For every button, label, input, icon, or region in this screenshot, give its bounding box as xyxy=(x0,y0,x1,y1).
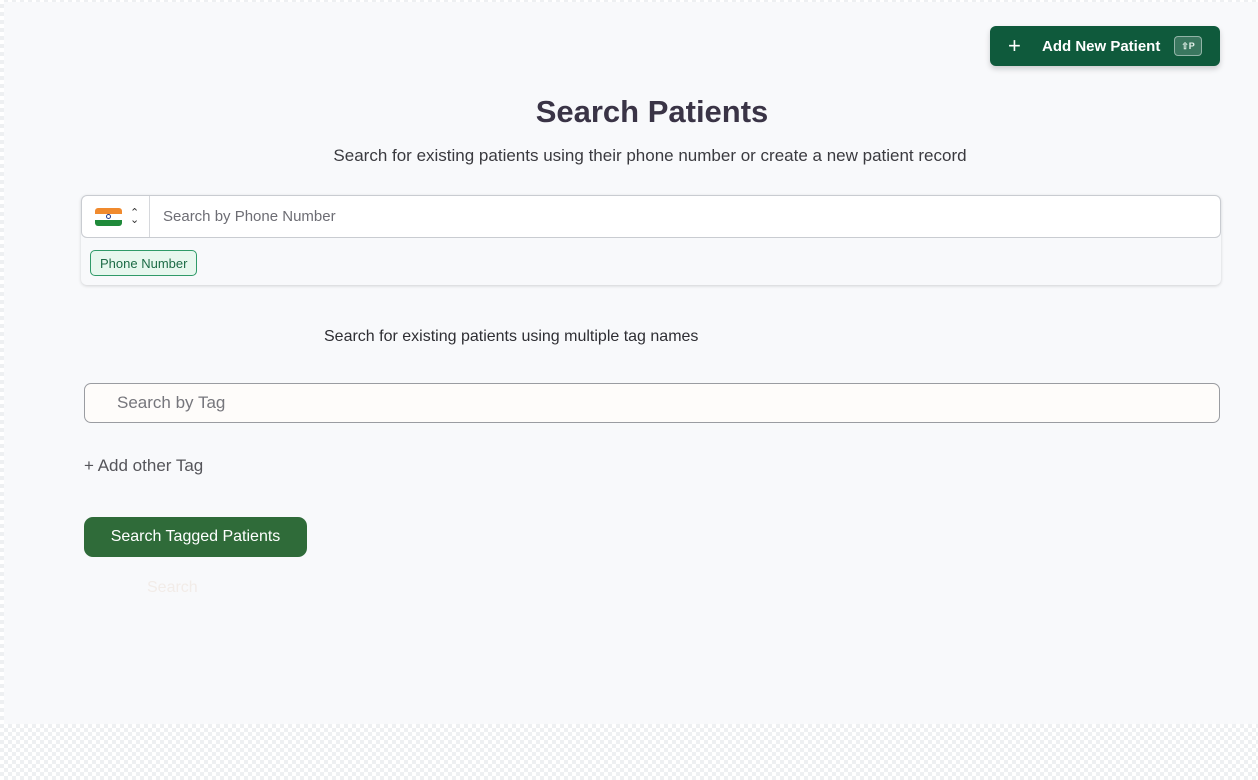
add-new-patient-label: Add New Patient xyxy=(1042,37,1161,55)
plus-icon: + xyxy=(1008,33,1021,58)
tag-search-description: Search for existing patients using multi… xyxy=(324,328,699,345)
page-subtitle: Search for existing patients using their… xyxy=(333,146,967,165)
search-tagged-patients-button[interactable]: Search Tagged Patients xyxy=(84,517,307,557)
page-container: + Add New Patient ⇧P Search Patients Sea… xyxy=(4,2,1258,724)
india-flag-icon xyxy=(95,207,122,226)
phone-search-input[interactable] xyxy=(150,196,1220,237)
add-new-patient-button[interactable]: + Add New Patient ⇧P xyxy=(990,26,1220,66)
add-other-tag-link[interactable]: + Add other Tag xyxy=(84,456,203,476)
phone-search-card: ⌃⌄ Phone Number xyxy=(81,195,1221,285)
phone-search-row: ⌃ ⌄ xyxy=(81,195,1221,238)
chevron-up-down-icon: ⌃ ⌄ xyxy=(130,206,140,226)
shortcut-badge: ⇧P xyxy=(1174,36,1202,56)
tag-search-field xyxy=(84,383,1220,423)
tag-search-input[interactable] xyxy=(85,384,1219,422)
page-title: Search Patients xyxy=(535,94,769,129)
ghost-search-label: Search xyxy=(147,579,198,596)
phone-number-chip[interactable]: Phone Number xyxy=(90,250,198,276)
background: + Add New Patient ⇧P Search Patients Sea… xyxy=(0,0,1258,780)
country-code-selector[interactable]: ⌃ ⌄ xyxy=(82,196,150,237)
